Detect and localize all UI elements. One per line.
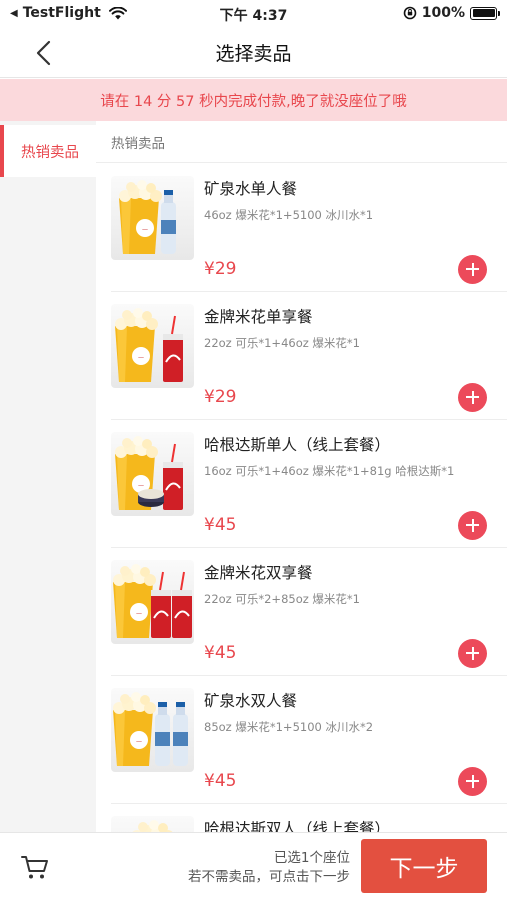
product-name: 金牌米花双享餐 (204, 564, 313, 582)
seat-summary: 已选1个座位 若不需卖品，可点击下一步 (188, 849, 350, 887)
product-image: — (111, 816, 194, 832)
skip-hint-text: 若不需卖品，可点击下一步 (188, 869, 350, 885)
next-step-button[interactable]: 下一步 (361, 839, 487, 893)
selected-seats-text: 已选1个座位 (273, 850, 350, 866)
battery-percent: 100% (421, 5, 465, 21)
svg-text:—: — (142, 226, 148, 233)
section-header: 热销卖品 (96, 121, 507, 163)
product-item[interactable]: — 金牌米花双享餐 22oz 可乐*2+85oz 爆米花*1 ¥45 (96, 547, 507, 675)
product-description: 16oz 可乐*1+46oz 爆米花*1+81g 哈根达斯*1 (204, 464, 455, 478)
notice-text: 请在 14 分 57 秒内完成付款,晚了就没座位了哦 (100, 93, 407, 110)
status-bar: ◀ TestFlight 下午 4:37 100% (0, 0, 507, 28)
page-title: 选择卖品 (215, 43, 292, 65)
product-description: 22oz 可乐*1+46oz 爆米花*1 (204, 336, 360, 350)
product-price: ¥45 (204, 643, 237, 663)
category-sidebar: 热销卖品 (0, 121, 96, 832)
product-image: — (111, 560, 194, 644)
product-description: 46oz 爆米花*1+5100 冰川水*1 (204, 208, 374, 222)
product-description: 85oz 爆米花*1+5100 冰川水*2 (204, 720, 374, 734)
status-right: 100% (403, 5, 500, 21)
product-price: ¥29 (204, 259, 237, 279)
product-name: 金牌米花单享餐 (204, 308, 313, 326)
product-panel: 热销卖品 — 矿泉水单人餐 46oz 爆米花*1+5100 冰川水*1 ¥29 — … (96, 121, 507, 832)
product-name: 矿泉水双人餐 (204, 692, 298, 710)
svg-text:—: — (136, 738, 142, 745)
product-image: — (111, 176, 194, 260)
battery-icon (470, 6, 500, 20)
nav-bar: 选择卖品 (0, 28, 507, 78)
product-image: — (111, 688, 194, 772)
payment-countdown-notice: 请在 14 分 57 秒内完成付款,晚了就没座位了哦 (0, 79, 507, 121)
product-item[interactable]: — 矿泉水单人餐 46oz 爆米花*1+5100 冰川水*1 ¥29 (96, 163, 507, 291)
sidebar-item-label: 热销卖品 (21, 144, 79, 161)
svg-text:—: — (138, 482, 144, 489)
product-name: 哈根达斯单人（线上套餐） (204, 436, 391, 454)
add-product-button[interactable] (458, 383, 487, 412)
product-price: ¥29 (204, 387, 237, 407)
cart-icon[interactable] (20, 852, 50, 882)
product-item[interactable]: — 矿泉水双人餐 85oz 爆米花*1+5100 冰川水*2 ¥45 (96, 675, 507, 803)
orientation-lock-icon (403, 6, 417, 20)
add-product-button[interactable] (458, 255, 487, 284)
product-list: — 矿泉水单人餐 46oz 爆米花*1+5100 冰川水*1 ¥29 — 金牌米花单… (96, 163, 507, 832)
product-image: — (111, 304, 194, 388)
product-description: 22oz 可乐*2+85oz 爆米花*1 (204, 592, 360, 606)
product-item[interactable]: — 金牌米花单享餐 22oz 可乐*1+46oz 爆米花*1 ¥29 (96, 291, 507, 419)
product-item[interactable]: — 哈根达斯单人（线上套餐） 16oz 可乐*1+46oz 爆米花*1+81g 哈… (96, 419, 507, 547)
product-price: ¥45 (204, 515, 237, 535)
add-product-button[interactable] (458, 767, 487, 796)
bottom-bar: 已选1个座位 若不需卖品，可点击下一步 下一步 (0, 832, 507, 900)
product-price: ¥45 (204, 771, 237, 791)
svg-text:—: — (138, 354, 144, 361)
add-product-button[interactable] (458, 639, 487, 668)
product-image: — (111, 432, 194, 516)
add-product-button[interactable] (458, 511, 487, 540)
product-item[interactable]: — 哈根达斯双人（线上套餐） (96, 803, 507, 832)
svg-text:—: — (136, 610, 142, 617)
sidebar-item-hot[interactable]: 热销卖品 (0, 125, 96, 177)
product-name: 哈根达斯双人（线上套餐） (204, 820, 391, 832)
product-name: 矿泉水单人餐 (204, 180, 298, 198)
